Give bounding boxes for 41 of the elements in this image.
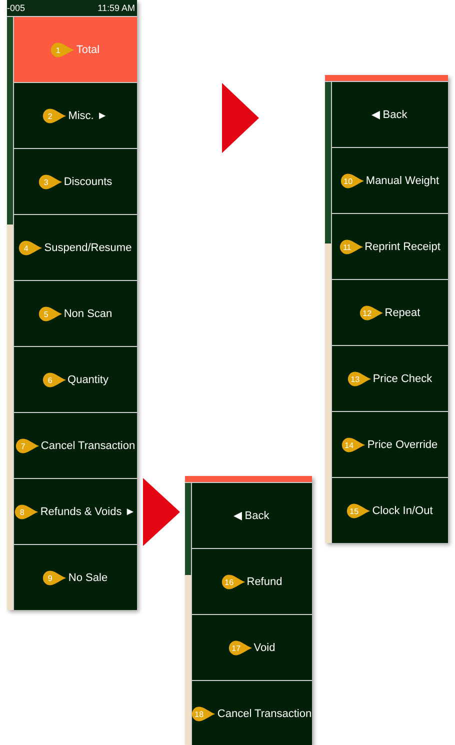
callout-badge: 5: [38, 306, 63, 322]
menu-button[interactable]: 5 Non Scan: [14, 281, 137, 346]
callout-badge: 2: [42, 108, 68, 124]
callout-badge: 10: [340, 172, 365, 188]
callout-badge: 3: [38, 174, 63, 190]
menu-button[interactable]: 8 Refunds & Voids ►: [14, 479, 137, 544]
callout-badge: 17: [228, 640, 253, 656]
menu-button[interactable]: 9 No Sale: [14, 545, 137, 610]
callout-badge: 18: [191, 706, 216, 722]
menu-button[interactable]: 7 Cancel Transaction: [14, 413, 137, 478]
callout-badge: 12: [358, 304, 384, 320]
menu-button[interactable]: 6 Quantity: [14, 347, 137, 412]
callout-badge: 8: [14, 504, 40, 520]
menu-button[interactable]: 2 Misc. ►: [14, 83, 137, 148]
menu-button[interactable]: 16 Refund: [192, 549, 312, 614]
menu-button[interactable]: 12 Repeat: [332, 280, 448, 345]
clock-time: 11:59 AM: [98, 3, 135, 13]
callout-badge: 6: [42, 372, 67, 388]
arrow-icon: [143, 478, 180, 546]
callout-badge: 4: [18, 240, 44, 256]
menu-button[interactable]: 18 Cancel Transaction: [192, 681, 312, 745]
menu-button[interactable]: 14 Price Override: [332, 412, 448, 477]
menu-button[interactable]: 13 Price Check: [332, 346, 448, 411]
callout-badge: 7: [14, 438, 40, 454]
menu-button[interactable]: 15 Clock In/Out: [332, 478, 448, 543]
callout-badge: 15: [346, 502, 372, 518]
arrow-icon: [222, 83, 259, 153]
menu-button[interactable]: 10 Manual Weight: [332, 148, 448, 213]
callout-badge: 9: [42, 570, 68, 586]
menu-button[interactable]: ◀ Back: [332, 82, 448, 147]
callout-badge: 14: [341, 436, 366, 452]
terminal-id: -005: [7, 3, 26, 13]
menu-button[interactable]: 11 Reprint Receipt: [332, 214, 448, 279]
callout-badge: 13: [346, 370, 372, 386]
menu-button[interactable]: ◀ Back: [192, 483, 312, 548]
menu-button[interactable]: 17 Void: [192, 615, 312, 680]
callout-badge: 16: [220, 574, 246, 590]
menu-button[interactable]: 4 Suspend/Resume: [14, 215, 137, 280]
callout-badge: 1: [50, 42, 76, 58]
menu-button[interactable]: 3 Discounts: [14, 149, 137, 214]
callout-badge: 11: [338, 238, 364, 254]
